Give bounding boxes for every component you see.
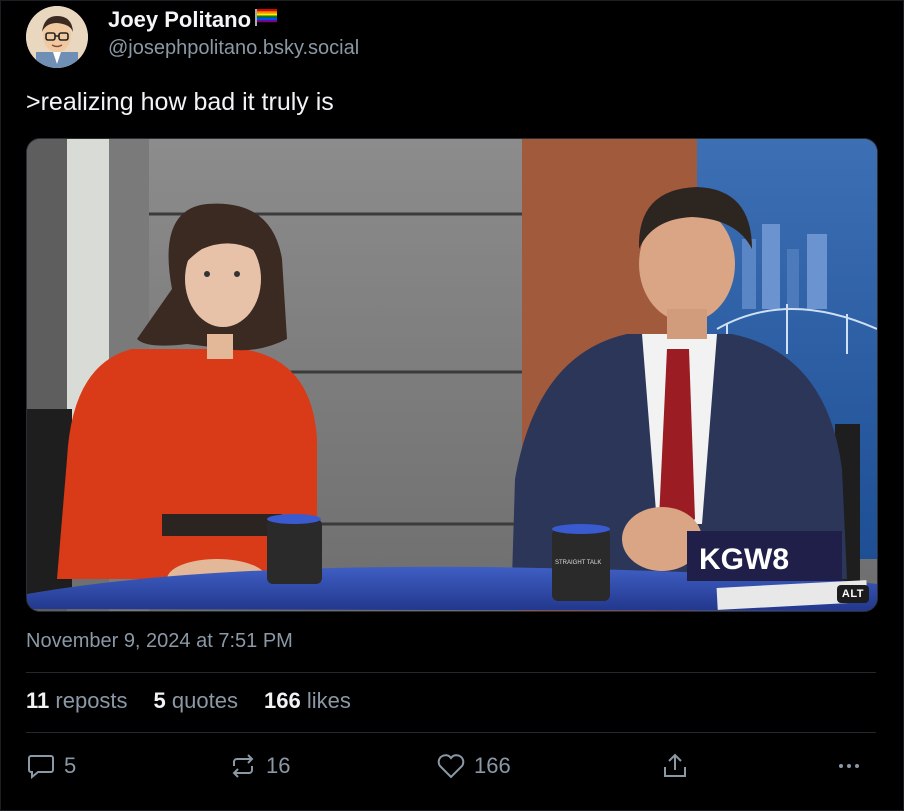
alt-text-button[interactable]: ALT xyxy=(836,585,869,603)
news-studio-photo: STRAIGHT TALK KGW8 xyxy=(27,139,877,611)
share-button[interactable] xyxy=(660,752,690,780)
author-avatar[interactable] xyxy=(26,6,88,68)
action-bar: 5 16 166 xyxy=(26,752,876,786)
quotes-label: quotes xyxy=(171,688,238,713)
post-timestamp[interactable]: November 9, 2024 at 7:51 PM xyxy=(26,630,293,653)
likes-count: 166 xyxy=(263,688,301,713)
like-button[interactable]: 166 xyxy=(436,752,511,780)
quotes-count: 5 xyxy=(153,688,166,713)
likes-stat[interactable]: 166 likes xyxy=(264,688,351,714)
reposts-count: 11 xyxy=(26,688,50,713)
author-name-row[interactable]: Joey Politano xyxy=(108,7,278,33)
post-media-image[interactable]: STRAIGHT TALK KGW8 ALT xyxy=(26,138,878,612)
repost-button[interactable]: 16 xyxy=(228,752,290,780)
like-count: 166 xyxy=(474,753,511,778)
divider xyxy=(26,732,876,733)
reply-icon xyxy=(28,755,54,780)
repost-count: 16 xyxy=(266,753,291,778)
heart-icon xyxy=(437,754,465,779)
engagement-stats: 11 reposts 5 quotes 166 likes xyxy=(26,688,351,714)
post-text: >realizing how bad it truly is xyxy=(26,88,334,116)
repost-icon xyxy=(232,754,254,778)
author-display-name[interactable]: Joey Politano xyxy=(108,7,251,33)
quotes-stat[interactable]: 5 quotes xyxy=(154,688,238,714)
share-icon xyxy=(664,753,686,777)
more-icon xyxy=(839,764,859,768)
reposts-label: reposts xyxy=(55,688,128,713)
more-options-button[interactable] xyxy=(834,752,864,780)
station-logo: KGW8 xyxy=(699,543,789,576)
reply-button[interactable]: 5 xyxy=(26,752,76,780)
mug-label: STRAIGHT TALK xyxy=(555,560,601,566)
author-handle[interactable]: @josephpolitano.bsky.social xyxy=(108,37,359,60)
reposts-stat[interactable]: 11 reposts xyxy=(26,688,128,714)
reply-count: 5 xyxy=(64,753,77,778)
likes-label: likes xyxy=(306,688,351,713)
avatar-illustration xyxy=(26,6,88,68)
rainbow-flag-icon xyxy=(255,8,278,26)
divider xyxy=(26,672,876,673)
